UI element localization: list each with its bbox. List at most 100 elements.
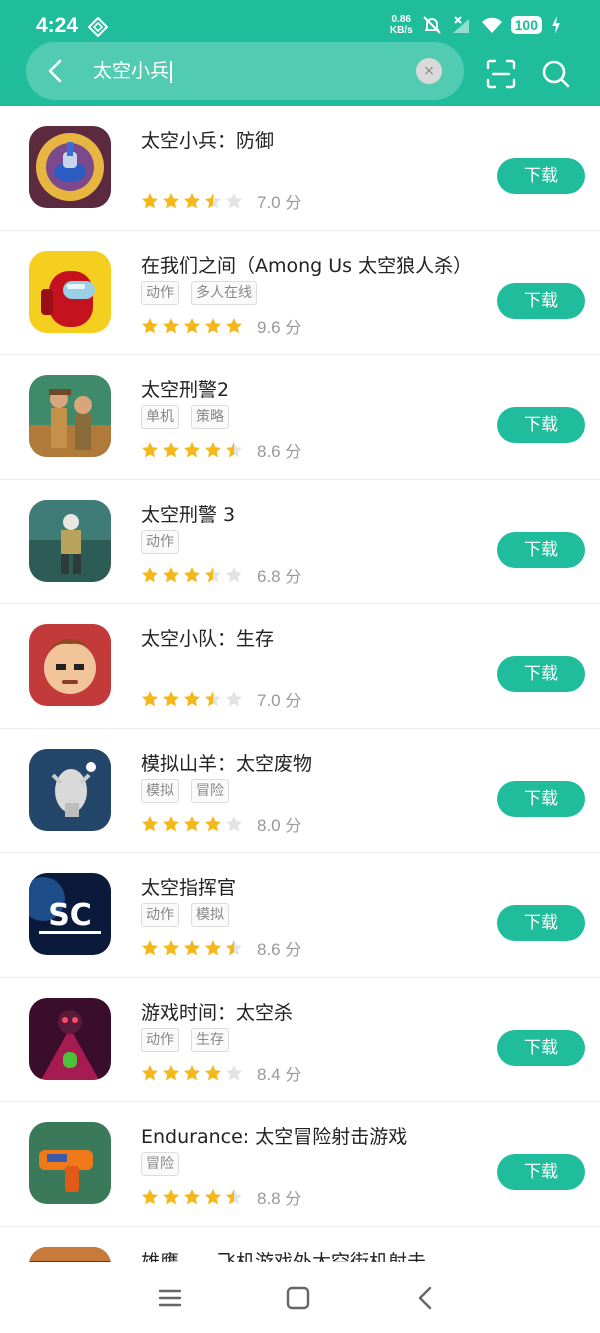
star-icon: [226, 193, 242, 209]
search-results-list[interactable]: 太空小兵：防御 7.0 分下载 在我们之间（Among Us 太空狼人杀） 动作 多人在…: [0, 106, 600, 1262]
app-title[interactable]: 太空刑警 3: [141, 500, 235, 527]
app-icon[interactable]: [29, 1246, 111, 1262]
download-button[interactable]: 下载: [497, 282, 585, 319]
download-button[interactable]: 下载: [497, 780, 585, 817]
app-score-value: 8.8: [257, 1189, 281, 1208]
download-button[interactable]: 下载: [497, 1154, 585, 1190]
star-icon: [163, 193, 179, 209]
app-title[interactable]: 太空指挥官: [141, 873, 236, 900]
app-tags: 动作 多人在线: [141, 280, 257, 305]
app-icon[interactable]: [29, 624, 111, 706]
app-list-item[interactable]: 太空小队：生存 7.0 分 下载: [0, 604, 600, 729]
app-title[interactable]: 游戏时间：太空杀: [141, 998, 293, 1025]
app-list-item[interactable]: 太空刑警 3 动作 6.8 分 下载: [0, 480, 600, 604]
network-speed: 0.86 KB/s: [390, 14, 413, 36]
download-button[interactable]: 下载: [497, 158, 585, 194]
star-rating: [141, 566, 243, 584]
app-tag: 冒险: [191, 778, 229, 803]
app-score-unit: 分: [285, 1189, 302, 1208]
app-tags: 单机 策略: [141, 405, 229, 429]
app-list-item[interactable]: 在我们之间（Among Us 太空狼人杀） 动作 多人在线 9.6 分 下载: [0, 231, 600, 355]
star-icon: [226, 691, 242, 707]
download-button[interactable]: 下载: [497, 1029, 585, 1066]
star-icon: [142, 442, 158, 458]
app-icon[interactable]: [29, 126, 111, 208]
rating-row: 7.0 分: [141, 687, 301, 711]
star-icon: [226, 940, 242, 956]
app-tag: 冒险: [141, 1152, 179, 1176]
star-rating: [141, 690, 243, 708]
app-title[interactable]: 雄鹰——飞机游戏外太空街机射击: [141, 1247, 426, 1263]
star-icon: [205, 691, 221, 707]
download-button[interactable]: 下载: [497, 407, 585, 443]
star-icon: [205, 1064, 221, 1080]
app-list-item[interactable]: 模拟山羊：太空废物 模拟 冒险 8.0 分 下载: [0, 729, 600, 853]
star-icon: [226, 1064, 242, 1080]
app-list-item[interactable]: 雄鹰——飞机游戏外太空街机射击: [0, 1227, 600, 1263]
app-icon[interactable]: [29, 997, 111, 1080]
rating-row: 8.6 分: [141, 936, 301, 960]
app-icon[interactable]: SC: [29, 873, 111, 955]
star-icon: [142, 815, 158, 831]
star-icon: [184, 193, 200, 209]
star-icon: [142, 940, 158, 956]
clear-icon[interactable]: ×: [416, 58, 442, 84]
app-title[interactable]: 太空小兵：防御: [141, 126, 274, 153]
search-input[interactable]: 太空小兵: [93, 58, 172, 84]
star-icon: [142, 691, 158, 707]
app-title[interactable]: 太空刑警2: [141, 375, 229, 402]
app-icon[interactable]: [29, 499, 111, 582]
star-icon: [163, 317, 179, 333]
menu-icon[interactable]: [156, 1284, 184, 1312]
back-icon[interactable]: [40, 56, 70, 86]
star-icon: [142, 1189, 158, 1205]
app-score-unit: 分: [285, 442, 302, 461]
star-icon: [226, 566, 242, 582]
app-list-item[interactable]: 太空小兵：防御 7.0 分 下载: [0, 106, 600, 231]
star-icon: [163, 442, 179, 458]
no-signal-icon: [452, 16, 469, 33]
app-title[interactable]: 在我们之间（Among Us 太空狼人杀）: [141, 251, 472, 278]
download-button[interactable]: 下载: [497, 905, 585, 941]
app-list-item[interactable]: 游戏时间：太空杀 动作 生存 8.4 分 下载: [0, 978, 600, 1102]
app-notification-icon: [88, 17, 108, 37]
app-title[interactable]: 太空小队：生存: [141, 624, 274, 651]
star-icon: [205, 317, 221, 333]
app-score-unit: 分: [285, 691, 302, 710]
home-icon[interactable]: [284, 1284, 312, 1312]
star-icon: [226, 1189, 242, 1205]
star-icon: [184, 940, 200, 956]
nav-back-icon[interactable]: [412, 1284, 440, 1312]
app-icon[interactable]: [29, 250, 111, 333]
rating-row: 8.4 分: [141, 1061, 301, 1085]
bell-muted-icon: [422, 16, 441, 34]
app-icon[interactable]: [29, 375, 111, 457]
star-icon: [226, 317, 242, 333]
status-icons: 0.86 KB/s 100: [390, 14, 562, 36]
star-icon: [184, 815, 200, 831]
rating-row: 8.6 分: [141, 438, 301, 462]
app-list-item[interactable]: SC 太空指挥官 动作 模拟 8.6 分 下载: [0, 853, 600, 978]
app-icon[interactable]: [29, 748, 111, 831]
star-icon: [184, 566, 200, 582]
app-score-value: 9.6: [257, 317, 281, 337]
star-icon: [163, 815, 179, 831]
download-button[interactable]: 下载: [497, 656, 585, 692]
star-icon: [205, 940, 221, 956]
app-list-item[interactable]: Endurance: 太空冒险射击游戏 冒险 8.8 分 下载: [0, 1102, 600, 1227]
app-icon[interactable]: [29, 1122, 111, 1204]
status-time: 4:24: [36, 14, 79, 37]
search-box[interactable]: [26, 42, 464, 100]
top-bar: 4:24 0.86 KB/s 100 太空小兵 ×: [0, 0, 600, 106]
scan-icon[interactable]: [485, 58, 517, 90]
download-button[interactable]: 下载: [497, 531, 585, 568]
app-list-item[interactable]: 太空刑警2 单机 策略 8.6 分 下载: [0, 355, 600, 480]
star-rating: [141, 939, 243, 957]
rating-row: 9.6 分: [141, 314, 301, 338]
search-icon[interactable]: [540, 58, 572, 90]
star-icon: [205, 815, 221, 831]
app-title[interactable]: 模拟山羊：太空废物: [141, 749, 312, 776]
app-score: 8.8 分: [257, 1185, 301, 1209]
rating-row: 8.8 分: [141, 1185, 301, 1209]
app-title[interactable]: Endurance: 太空冒险射击游戏: [141, 1122, 407, 1149]
